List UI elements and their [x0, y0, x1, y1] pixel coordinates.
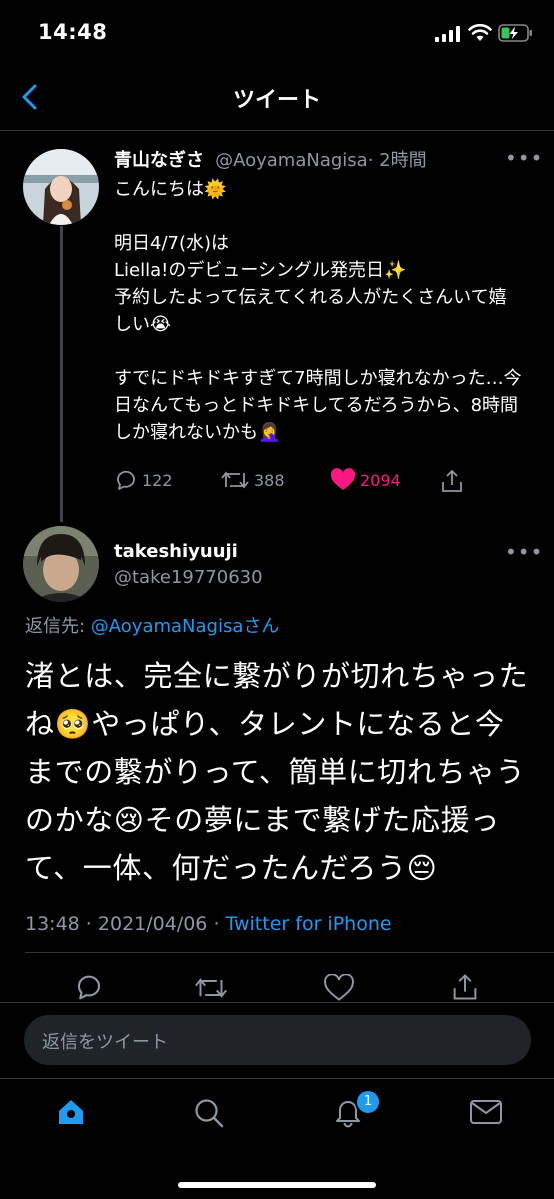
reply-composer-input[interactable]: 返信をツイート	[24, 1015, 531, 1065]
like-action[interactable]: 2094	[330, 468, 401, 492]
battery-charging-icon	[498, 24, 532, 42]
nav-bar: ツイート	[0, 66, 554, 131]
retweet-count: 388	[254, 470, 285, 490]
tweet-relative-time: · 2時間	[367, 150, 427, 171]
tweet-source-link[interactable]: Twitter for iPhone	[226, 913, 392, 935]
like-count: 2094	[360, 470, 401, 490]
share-icon	[442, 469, 462, 492]
share-icon[interactable]	[450, 972, 480, 1002]
reply-author-handle[interactable]: @take19770630	[114, 567, 263, 588]
author-handle[interactable]: @AoyamaNagisa	[215, 150, 368, 171]
more-options-icon[interactable]: •••	[505, 146, 543, 170]
search-icon[interactable]	[193, 1097, 225, 1129]
retweet-action[interactable]: 388	[220, 468, 285, 492]
tweet-header: 青山なぎさ @AoyamaNagisa· 2時間	[114, 146, 427, 172]
messages-envelope-icon[interactable]	[469, 1098, 503, 1126]
share-action[interactable]	[439, 468, 465, 494]
tweet-date: 2021/04/06	[97, 913, 208, 935]
reply-tweet-text: 渚とは、完全に繋がりが切れちゃったね🥺やっぱり、タレントになると今までの繋がりっ…	[25, 659, 529, 885]
tweet-action-bar: 122 388 2094	[114, 468, 534, 494]
page-title: ツイート	[232, 88, 321, 113]
home-indicator	[178, 1182, 376, 1188]
thread-connector-line	[60, 226, 63, 522]
status-time: 14:48	[38, 20, 108, 44]
composer-placeholder: 返信をツイート	[42, 1032, 168, 1053]
tweet-text: こんにちは🌞 明日4/7(水)は Liella!のデビューシングル発売日✨ 予約…	[114, 179, 522, 443]
reply-to-prefix: 返信先:	[25, 616, 91, 637]
reply-to-line: 返信先: @AoyamaNagisaさん	[25, 612, 279, 638]
reply-to-user-link[interactable]: @AoyamaNagisaさん	[91, 616, 280, 637]
more-options-icon[interactable]: •••	[505, 540, 543, 564]
avatar-photo	[23, 526, 99, 602]
wifi-icon	[468, 24, 492, 41]
divider	[25, 952, 554, 953]
notifications-badge: 1	[355, 1089, 381, 1115]
reply-author-name[interactable]: takeshiyuuji	[114, 541, 238, 562]
divider	[0, 1078, 554, 1079]
divider	[0, 1002, 554, 1003]
cellular-signal-icon	[435, 26, 460, 42]
reply-count: 122	[142, 470, 173, 490]
tweet-metadata: 13:48 · 2021/04/06 · Twitter for iPhone	[25, 913, 392, 935]
retweet-icon	[221, 471, 249, 489]
avatar-takeshiyuuji[interactable]	[23, 526, 99, 602]
reply-author-name-text: takeshiyuuji	[114, 541, 238, 562]
avatar-aoyama[interactable]	[23, 149, 99, 225]
retweet-icon[interactable]	[193, 974, 229, 1002]
home-icon[interactable]	[56, 1097, 86, 1127]
status-bar: 14:48	[0, 0, 554, 66]
reply-action[interactable]: 122	[114, 468, 173, 492]
tweet-time: 13:48	[25, 913, 80, 935]
author-name[interactable]: 青山なぎさ	[114, 150, 204, 171]
reply-icon	[117, 470, 135, 490]
reply-icon[interactable]	[74, 972, 104, 1002]
avatar-photo	[23, 149, 99, 225]
heart-filled-icon	[330, 468, 356, 490]
heart-outline-icon[interactable]	[324, 974, 354, 1002]
